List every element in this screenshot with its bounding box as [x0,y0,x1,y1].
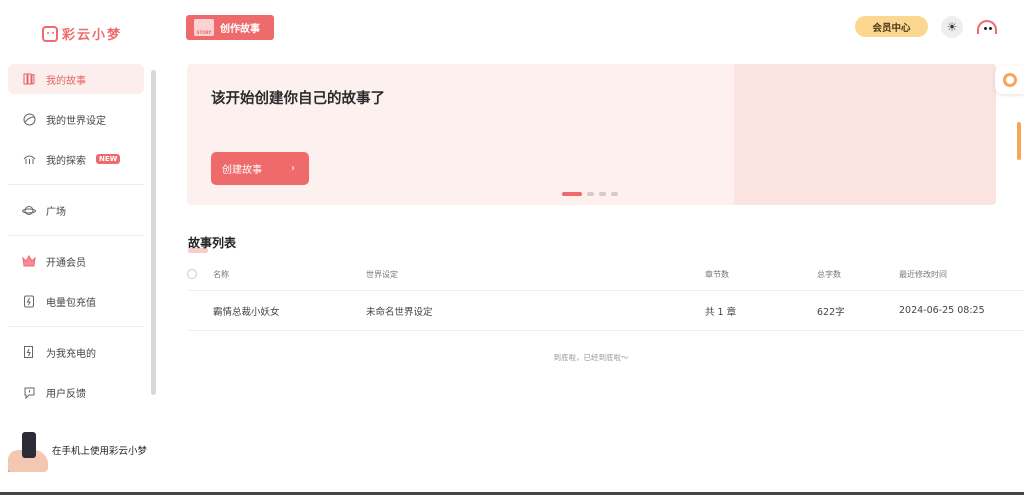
sidebar-item-chargers[interactable]: 为我充电的 [8,337,144,367]
sidebar-item-label: 用户反馈 [46,388,86,400]
battery-icon [22,294,36,308]
new-badge: NEW [96,154,121,164]
story-name[interactable]: 霸情总裁小妖女 [213,291,280,330]
app-logo[interactable]: 彩云小梦 [42,24,122,43]
planet-icon [22,203,36,217]
carousel-dot[interactable] [562,192,582,196]
sidebar-item-my-explore[interactable]: 我的探索 NEW [8,144,144,174]
create-story-label: 创作故事 [220,24,260,35]
story-world-setting: 未命名世界设定 [366,306,433,318]
nav-divider [8,326,144,327]
crown-icon [22,254,36,268]
feedback-icon [22,385,36,399]
nav-divider [8,184,144,185]
explore-icon [22,152,36,166]
table-row[interactable]: 霸情总裁小妖女 未命名世界设定 共 1 章 622字 2024-06-25 08… [187,291,1024,331]
mobile-app-promo-text: 在手机上使用彩云小梦 [52,446,148,457]
mobile-app-promo[interactable]: 在手机上使用彩云小梦 [0,425,158,475]
carousel-indicators [562,192,618,196]
sidebar-item-label: 开通会员 [46,257,86,269]
column-header: 最近修改时间 [899,269,947,279]
checkbox-icon [187,269,197,279]
sidebar-item-feedback[interactable]: 用户反馈 [8,377,144,407]
list-end-message: 到底啦，已经到底啦～ [553,353,629,362]
story-book-icon: STORY [194,19,214,36]
avatar-face-icon [977,20,997,34]
column-header: 名称 [213,269,229,279]
sidebar-item-my-world-settings[interactable]: 我的世界设定 [8,104,144,134]
phone-in-hand-icon [8,428,56,472]
carousel-dot[interactable] [611,192,618,196]
sidebar-item-membership[interactable]: 开通会员 [8,246,144,276]
story-chapter-count: 共 1 章 [705,306,737,318]
app-root: 彩云小梦 我的故事 我的世界设定 我的探索 NEW 广场 开通会员 电量包充值 … [0,0,1024,495]
app-name: 彩云小梦 [62,28,123,43]
sidebar-item-plaza[interactable]: 广场 [8,195,144,225]
story-word-count: 622字 [817,306,845,318]
globe-icon [22,112,36,126]
nav-divider [8,235,144,236]
sidebar-item-label: 我的探索 [46,155,86,167]
carousel-dot[interactable] [587,192,594,196]
carousel-dot[interactable] [599,192,606,196]
member-center-button[interactable]: 会员中心 [855,16,928,37]
hero-banner-carousel: 该开始创建你自己的故事了 创建故事 › [187,64,996,205]
charge-icon [22,345,36,359]
banner-slide-panel [473,64,734,205]
select-all-checkbox[interactable] [187,258,197,290]
flower-icon [1002,73,1017,87]
theme-toggle-button[interactable]: ☀ [941,16,963,38]
logo-icon [42,25,58,42]
banner-create-story-button[interactable]: 创建故事 › [211,152,309,185]
chevron-right-icon: › [291,163,295,174]
user-avatar[interactable] [976,17,998,37]
sidebar-item-label: 电量包充值 [46,297,96,309]
sidebar-scrollbar[interactable] [151,70,156,395]
column-header: 世界设定 [366,269,398,279]
create-story-button[interactable]: STORY 创作故事 [186,15,274,40]
sidebar-item-label: 我的世界设定 [46,115,106,127]
story-list-title: 故事列表 [188,236,237,253]
sidebar-item-label: 广场 [46,206,66,218]
banner-slide-panel [734,64,996,205]
sidebar-item-label: 为我充电的 [46,348,96,360]
floating-assistant-button[interactable] [995,66,1024,94]
sun-icon: ☀ [946,20,958,34]
story-modified-time: 2024-06-25 08:25 [899,305,985,316]
sidebar-item-label: 我的故事 [46,75,86,87]
story-table: 名称 世界设定 章节数 总字数 最近修改时间 霸情总裁小妖女 未命名世界设定 共… [187,258,1024,331]
sidebar-item-recharge[interactable]: 电量包充值 [8,286,144,316]
banner-title: 该开始创建你自己的故事了 [211,91,385,107]
column-header: 总字数 [817,269,841,279]
page-scrollbar[interactable] [1017,122,1021,160]
book-shelf-icon [22,72,36,86]
column-header: 章节数 [705,269,729,279]
sidebar: 彩云小梦 我的故事 我的世界设定 我的探索 NEW 广场 开通会员 电量包充值 … [0,0,158,495]
sidebar-nav: 我的故事 我的世界设定 我的探索 NEW 广场 开通会员 电量包充值 为我充电的… [8,64,144,417]
banner-cta-label: 创建故事 [222,165,262,176]
sidebar-item-my-stories[interactable]: 我的故事 [8,64,144,94]
table-header: 名称 世界设定 章节数 总字数 最近修改时间 [187,258,1024,291]
